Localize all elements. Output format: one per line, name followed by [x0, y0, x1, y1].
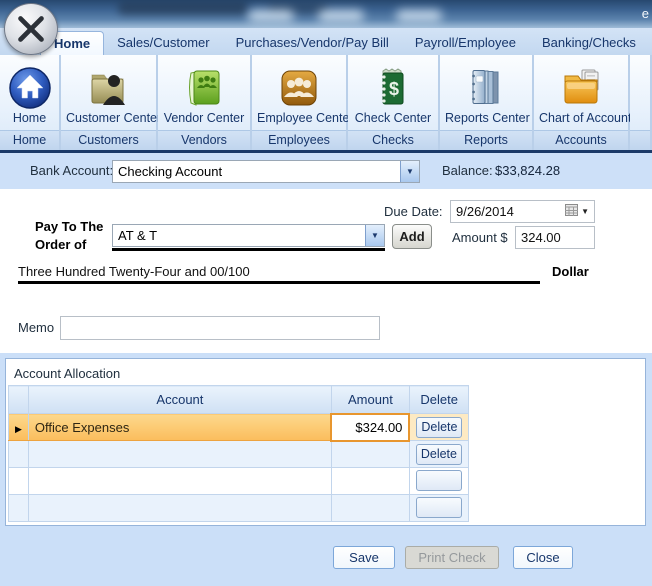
bank-account-label: Bank Account: — [30, 163, 114, 178]
titlebar-blur-blob — [396, 10, 442, 22]
payee-underline — [112, 248, 385, 251]
row-selector-cell[interactable] — [8, 440, 29, 468]
ribbon-button-check-center[interactable]: $ Check Center Checks — [348, 55, 440, 150]
delete-cell: Delete — [408, 413, 470, 441]
reports-binders-icon — [440, 55, 532, 111]
chevron-down-icon[interactable]: ▼ — [365, 225, 384, 246]
row-selector-cell[interactable] — [8, 494, 29, 522]
tab-banking-checks[interactable]: Banking/Checks — [529, 31, 649, 55]
delete-row-button[interactable]: Delete — [416, 416, 463, 438]
check-form: Due Date: 9/26/2014 ▼ Pay To The Order o… — [0, 189, 652, 353]
delete-cell: Delete — [408, 440, 470, 468]
check-book-icon: $ — [348, 55, 438, 111]
delete-row-button[interactable] — [415, 496, 462, 518]
amount-words-underline — [18, 281, 540, 284]
save-button[interactable]: Save — [333, 546, 395, 569]
amount-label: Amount $ — [452, 230, 508, 245]
ribbon-group-customers: Customers — [61, 130, 156, 150]
print-check-button[interactable]: Print Check — [405, 546, 499, 569]
ribbon-button-home[interactable]: Home Home — [0, 55, 61, 150]
ribbon-group-employees: Employees — [252, 130, 346, 150]
tab-purchases-vendor-pay-bill[interactable]: Purchases/Vendor/Pay Bill — [223, 31, 402, 55]
account-column-header: Account — [27, 385, 332, 414]
amount-input[interactable] — [515, 226, 595, 249]
ribbon-tab-bar: Home Sales/Customer Purchases/Vendor/Pay… — [0, 28, 652, 55]
account-allocation-title: Account Allocation — [14, 366, 121, 381]
pay-to-label: Pay To The Order of — [35, 219, 104, 252]
selected-row-arrow-icon: ▶ — [15, 423, 22, 434]
ribbon-group-home: Home — [0, 130, 59, 150]
close-button[interactable]: Close — [513, 546, 573, 569]
delete-row-button[interactable]: Delete — [415, 443, 462, 465]
account-cell[interactable]: Office Expenses — [27, 413, 332, 441]
ribbon-toolbar: Home Home Customer Center Customers Vend… — [0, 55, 652, 150]
delete-column-header: Delete — [408, 385, 470, 414]
allocation-table: Account Amount Delete ▶ Office Expenses … — [8, 385, 470, 522]
memo-input[interactable] — [60, 316, 380, 340]
account-cell[interactable] — [27, 440, 332, 468]
table-row: Delete — [8, 440, 470, 468]
titlebar-blur-blob — [248, 10, 294, 22]
delete-cell — [408, 494, 470, 522]
employees-icon — [252, 55, 346, 111]
ribbon-group-accounts: Accounts — [534, 130, 628, 150]
app-menu-button[interactable] — [4, 3, 58, 55]
calendar-icon[interactable] — [565, 204, 579, 219]
ribbon-button-employee-center[interactable]: Employee Center Employees — [252, 55, 354, 150]
bank-account-band: Bank Account: Checking Account ▼ Balance… — [0, 153, 652, 189]
amount-in-words: Three Hundred Twenty-Four and 00/100 — [18, 264, 250, 279]
row-selector-header — [8, 385, 29, 414]
amount-cell[interactable] — [330, 440, 410, 468]
due-date-field[interactable]: 9/26/2014 ▼ — [450, 200, 595, 223]
ribbon-group-vendors: Vendors — [158, 130, 250, 150]
titlebar: e — [0, 0, 652, 28]
amount-column-header: Amount — [330, 385, 410, 414]
table-row — [8, 467, 470, 495]
dollar-label: Dollar — [552, 264, 589, 279]
payee-select[interactable]: AT & T ▼ — [112, 224, 385, 247]
chevron-down-icon[interactable]: ▼ — [581, 207, 589, 216]
table-row: ▶ Office Expenses $324.00 Delete — [8, 412, 470, 442]
amount-cell[interactable] — [330, 494, 410, 522]
tab-sales-customer[interactable]: Sales/Customer — [104, 31, 222, 55]
ribbon-button-vendor-center[interactable]: Vendor Center Vendors — [158, 55, 252, 150]
ribbon-button-reports-center[interactable]: Reports Center Reports — [440, 55, 534, 150]
bank-account-select[interactable]: Checking Account ▼ — [112, 160, 420, 183]
ribbon-button-customer-center[interactable]: Customer Center Customers — [61, 55, 161, 150]
svg-text:$: $ — [389, 79, 399, 99]
delete-row-button[interactable] — [415, 469, 462, 491]
tab-payroll-employee[interactable]: Payroll/Employee — [402, 31, 529, 55]
customer-folder-icon — [61, 55, 156, 111]
app-window: e Home Sales/Customer Purchases/Vendor/P… — [0, 0, 652, 586]
titlebar-blur-blob — [318, 10, 364, 22]
accounts-folder-icon — [534, 55, 628, 111]
row-selector-cell[interactable]: ▶ — [8, 413, 29, 441]
home-icon — [0, 55, 59, 111]
titlebar-corner-text: e — [641, 6, 649, 21]
account-cell[interactable] — [27, 494, 332, 522]
memo-label: Memo — [18, 320, 55, 335]
ribbon-button-chart-of-accounts[interactable]: Chart of Accounts Accounts — [534, 55, 638, 150]
balance-label: Balance: — [442, 163, 493, 178]
chevron-down-icon[interactable]: ▼ — [400, 161, 419, 182]
account-allocation-panel: Account Allocation Account Amount Delete… — [5, 358, 646, 526]
table-row — [8, 494, 470, 522]
amount-cell[interactable] — [330, 467, 410, 495]
account-cell[interactable] — [27, 467, 332, 495]
row-selector-cell[interactable] — [8, 467, 29, 495]
balance-value: $33,824.28 — [495, 163, 561, 178]
ribbon-group-partial — [630, 55, 652, 150]
ribbon-group-checks: Checks — [348, 130, 438, 150]
vendor-book-icon — [158, 55, 250, 111]
allocation-header-row: Account Amount Delete — [8, 385, 470, 414]
titlebar-blurred-text — [118, 2, 248, 15]
add-payee-button[interactable]: Add — [392, 224, 432, 249]
due-date-label: Due Date: — [384, 204, 443, 219]
ribbon-group-reports: Reports — [440, 130, 532, 150]
amount-cell[interactable]: $324.00 — [330, 412, 411, 442]
delete-cell — [408, 467, 470, 495]
app-logo-icon — [18, 16, 44, 42]
